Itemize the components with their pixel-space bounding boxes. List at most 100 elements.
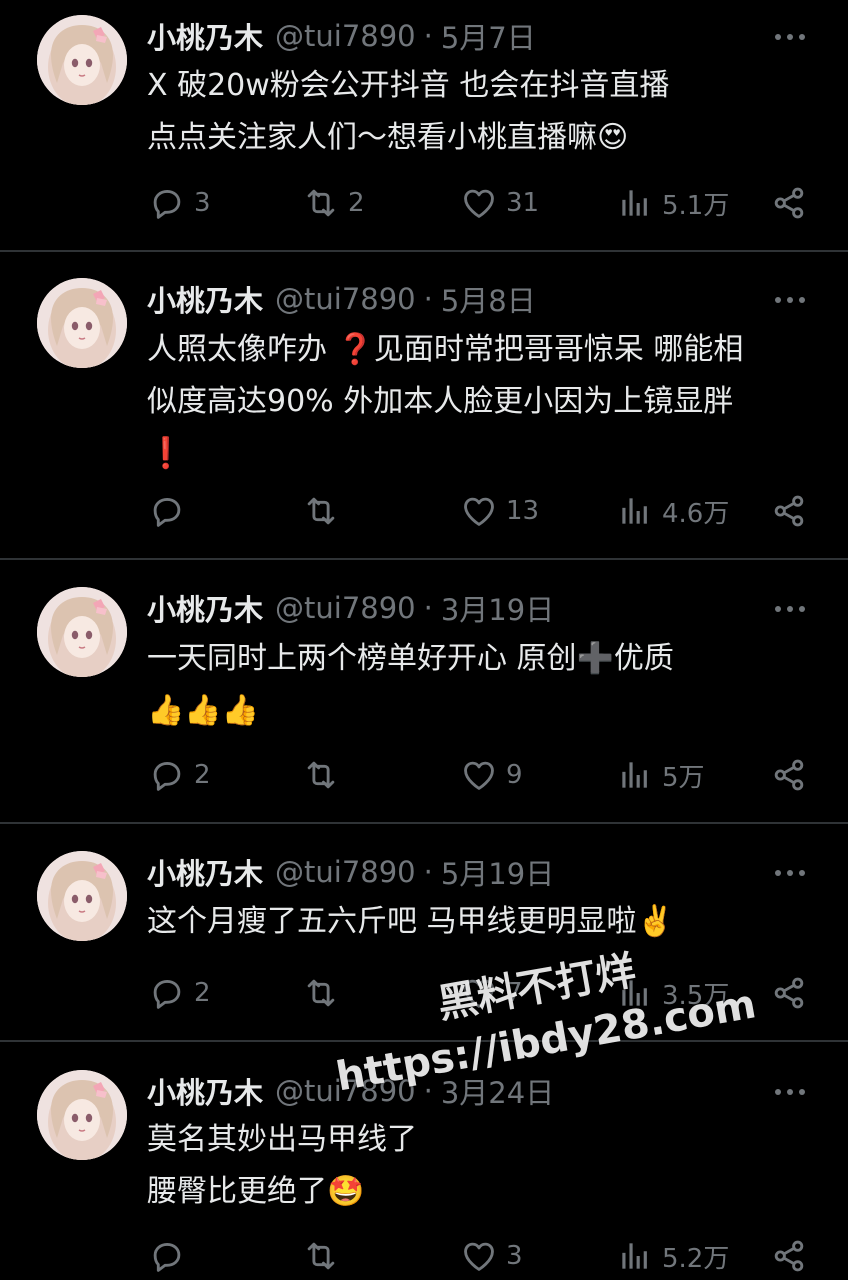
- more-options-icon[interactable]: [772, 294, 808, 306]
- header-separator: ·: [423, 19, 433, 53]
- share-icon: [774, 495, 804, 527]
- retweet-icon: [307, 1242, 335, 1270]
- tweet-date[interactable]: 5月19日: [441, 851, 554, 893]
- user-handle[interactable]: @tui7890: [275, 282, 416, 316]
- view-count: 5.1万: [662, 190, 730, 221]
- retweet-count: 2: [348, 188, 365, 218]
- tweet-text-line: 点点关注家人们～想看小桃直播嘛😍: [147, 120, 629, 155]
- tweet-header: 小桃乃木 @tui7890 · 3月24日: [147, 1071, 554, 1111]
- tweet-divider: [0, 1040, 848, 1042]
- display-name[interactable]: 小桃乃木: [147, 587, 263, 629]
- like-count: 13: [506, 496, 540, 526]
- watermark: 黑料不打烊 https://ibdy28.com: [320, 924, 770, 1146]
- more-options-icon[interactable]: [772, 1086, 808, 1098]
- share-button[interactable]: [770, 755, 808, 795]
- views-icon: [622, 498, 647, 524]
- avatar[interactable]: [37, 278, 127, 368]
- display-name[interactable]: 小桃乃木: [147, 15, 263, 57]
- dots-icon: [775, 870, 805, 876]
- like-icon: [464, 497, 494, 526]
- reply-count: 2: [194, 978, 211, 1008]
- view-count: 5.2万: [662, 1243, 730, 1274]
- retweet-button[interactable]: [302, 491, 348, 531]
- user-handle[interactable]: @tui7890: [275, 855, 416, 889]
- retweet-button[interactable]: [302, 973, 348, 1013]
- retweet-button[interactable]: 2: [302, 183, 365, 223]
- views-icon: [622, 190, 647, 216]
- views-button[interactable]: 5.2万: [616, 1236, 729, 1276]
- tweet-text: 人照太像咋办 ❓见面时常把哥哥惊呆 哪能相 似度高达90% 外加本人脸更小因为上…: [147, 324, 827, 480]
- user-handle[interactable]: @tui7890: [275, 1074, 416, 1108]
- tweet-actions: 2 9 5万: [0, 755, 848, 795]
- avatar-image: [37, 278, 127, 368]
- dots-icon: [775, 1089, 805, 1095]
- like-icon: [464, 979, 494, 1008]
- dots-icon: [775, 297, 805, 303]
- tweet-text: X 破20w粉会公开抖音 也会在抖音直播 点点关注家人们～想看小桃直播嘛😍: [147, 60, 827, 164]
- tweet-header: 小桃乃木 @tui7890 · 3月19日: [147, 588, 554, 628]
- user-handle[interactable]: @tui7890: [275, 19, 416, 53]
- like-button[interactable]: 7: [460, 973, 523, 1013]
- like-count: 3: [506, 1241, 523, 1271]
- share-icon: [774, 977, 804, 1009]
- tweet-actions: 3 5.2万: [0, 1236, 848, 1276]
- tweet-text: 这个月瘦了五六斤吧 马甲线更明显啦✌️: [147, 896, 827, 948]
- views-icon: [622, 980, 647, 1006]
- reply-button[interactable]: [148, 491, 194, 531]
- avatar-image: [37, 1070, 127, 1160]
- display-name[interactable]: 小桃乃木: [147, 278, 263, 320]
- header-separator: ·: [423, 282, 433, 316]
- avatar[interactable]: [37, 851, 127, 941]
- header-separator: ·: [423, 1074, 433, 1108]
- user-handle[interactable]: @tui7890: [275, 591, 416, 625]
- views-button[interactable]: 4.6万: [616, 491, 729, 531]
- share-button[interactable]: [770, 183, 808, 223]
- tweet-text-line: 腰臀比更绝了🤩: [147, 1174, 365, 1209]
- views-button[interactable]: 5.1万: [616, 183, 729, 223]
- more-options-icon[interactable]: [772, 31, 808, 43]
- tweet-text-line: 一天同时上两个榜单好开心 原创➕优质: [147, 641, 674, 676]
- more-options-icon[interactable]: [772, 867, 808, 879]
- avatar-image: [37, 587, 127, 677]
- tweet-date[interactable]: 3月19日: [441, 587, 554, 629]
- share-icon: [774, 1240, 804, 1272]
- avatar[interactable]: [37, 587, 127, 677]
- avatar[interactable]: [37, 15, 127, 105]
- reply-icon: [153, 190, 181, 219]
- retweet-button[interactable]: [302, 755, 348, 795]
- reply-button[interactable]: [148, 1236, 194, 1276]
- like-button[interactable]: 9: [460, 755, 523, 795]
- like-button[interactable]: 31: [460, 183, 539, 223]
- view-count: 5万: [662, 762, 705, 793]
- display-name[interactable]: 小桃乃木: [147, 1070, 263, 1112]
- reply-button[interactable]: 2: [148, 755, 211, 795]
- tweet-date[interactable]: 3月24日: [441, 1070, 554, 1112]
- tweet-text-line: ❗: [147, 436, 185, 471]
- tweet-header: 小桃乃木 @tui7890 · 5月8日: [147, 279, 536, 319]
- dots-icon: [775, 34, 805, 40]
- share-icon: [774, 759, 804, 791]
- views-button[interactable]: 3.5万: [616, 973, 729, 1013]
- tweet-divider: [0, 250, 848, 252]
- tweet-text-line: 莫名其妙出马甲线了: [147, 1122, 417, 1157]
- avatar[interactable]: [37, 1070, 127, 1160]
- tweet-actions: 2 7 3.5万: [0, 973, 848, 1013]
- like-count: 31: [506, 188, 540, 218]
- retweet-button[interactable]: [302, 1236, 348, 1276]
- like-button[interactable]: 13: [460, 491, 539, 531]
- views-icon: [622, 762, 647, 788]
- like-button[interactable]: 3: [460, 1236, 523, 1276]
- avatar-image: [37, 851, 127, 941]
- more-options-icon[interactable]: [772, 603, 808, 615]
- tweet-date[interactable]: 5月8日: [441, 278, 536, 320]
- share-button[interactable]: [770, 491, 808, 531]
- reply-button[interactable]: 3: [148, 183, 211, 223]
- share-button[interactable]: [770, 1236, 808, 1276]
- display-name[interactable]: 小桃乃木: [147, 851, 263, 893]
- tweet-divider: [0, 558, 848, 560]
- views-button[interactable]: 5万: [616, 755, 705, 795]
- share-button[interactable]: [770, 973, 808, 1013]
- reply-button[interactable]: 2: [148, 973, 211, 1013]
- tweet-text-line: X 破20w粉会公开抖音 也会在抖音直播: [147, 68, 670, 103]
- tweet-date[interactable]: 5月7日: [441, 15, 536, 57]
